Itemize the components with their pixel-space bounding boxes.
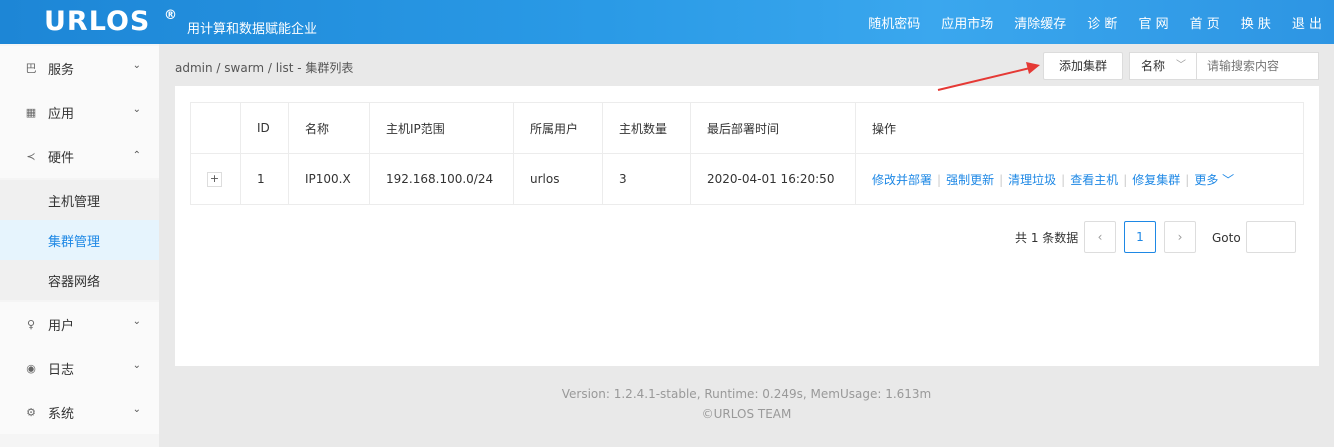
nav-home[interactable]: 首 页	[1190, 13, 1220, 32]
sidebar-item-label: 应用	[48, 106, 75, 122]
table-row: + 1 IP100.X 192.168.100.0/24 urlos 3 202…	[190, 153, 1304, 205]
footer-version-info: Version: 1.2.4.1-stable, Runtime: 0.249s…	[561, 387, 932, 401]
nav-logout[interactable]: 退 出	[1292, 13, 1322, 32]
sidebar-subitem-cluster-management[interactable]: 集群管理	[0, 220, 159, 260]
cell-host-count: 3	[602, 153, 691, 205]
table-header-row: ID 名称 主机IP范围 所属用户 主机数量 最后部署时间 操作	[190, 102, 1304, 154]
sidebar: 巴 服务 ⌄ ▦ 应用 ⌄ ≺ 硬件 ⌃ 主机管理 集群管理 容器网络 ♀ 用户…	[0, 44, 159, 447]
gear-icon: ⚙	[26, 405, 36, 419]
op-force-update[interactable]: 强制更新	[946, 173, 994, 187]
search-box[interactable]	[1196, 52, 1319, 80]
search-field-select[interactable]: 名称 ﹀	[1129, 52, 1197, 80]
expand-row-button[interactable]: +	[207, 172, 222, 187]
footer: Version: 1.2.4.1-stable, Runtime: 0.249s…	[159, 384, 1334, 424]
col-operations: 操作	[855, 102, 1304, 154]
slogan: 用计算和数据赋能企业	[187, 22, 318, 37]
col-expand	[190, 102, 241, 154]
apps-grid-icon: ▦	[25, 105, 37, 119]
select-value: 名称	[1141, 59, 1166, 73]
cell-ip-range: 192.168.100.0/24	[369, 153, 514, 205]
sidebar-item-hardware[interactable]: ≺ 硬件 ⌃	[0, 134, 159, 178]
cell-owner: urlos	[513, 153, 603, 205]
sidebar-item-apps[interactable]: ▦ 应用 ⌄	[0, 90, 159, 134]
top-header: URLOS ® 用计算和数据赋能企业 随机密码 应用市场 清除缓存 诊 断 官 …	[0, 0, 1334, 44]
chevron-up-icon: ⌃	[132, 150, 141, 161]
sidebar-item-services[interactable]: 巴 服务 ⌄	[0, 46, 159, 90]
breadcrumb: admin / swarm / list - 集群列表	[175, 61, 354, 75]
op-clean-garbage[interactable]: 清理垃圾	[1008, 173, 1056, 187]
services-icon: 巴	[25, 62, 37, 75]
col-last-deploy: 最后部署时间	[690, 102, 856, 154]
logo[interactable]: URLOS	[44, 6, 150, 37]
goto-page-input[interactable]	[1246, 221, 1296, 253]
total-count: 共 1 条数据	[1015, 231, 1079, 245]
sidebar-item-label: 用户	[48, 318, 75, 334]
op-repair-cluster[interactable]: 修复集群	[1132, 173, 1180, 187]
cell-id: 1	[240, 153, 289, 205]
nav-clear-cache[interactable]: 清除缓存	[1014, 13, 1066, 32]
search-input[interactable]	[1207, 59, 1318, 73]
chevron-down-icon: ⌄	[132, 404, 141, 415]
col-host-count: 主机数量	[602, 102, 691, 154]
cell-last-deploy: 2020-04-01 16:20:50	[690, 153, 856, 205]
chevron-down-icon: ﹀	[1176, 60, 1186, 71]
chevron-down-icon: ⌄	[132, 60, 141, 71]
col-id: ID	[240, 102, 289, 154]
nav-official-site[interactable]: 官 网	[1138, 13, 1168, 32]
footer-copyright: ©URLOS TEAM	[701, 407, 792, 421]
add-cluster-button[interactable]: 添加集群	[1043, 52, 1123, 80]
sidebar-item-label: 日志	[48, 362, 75, 378]
page-1-button[interactable]: 1	[1124, 221, 1156, 253]
chevron-down-icon: ⌄	[132, 316, 141, 327]
user-icon: ♀	[26, 317, 36, 331]
nav-app-market[interactable]: 应用市场	[941, 13, 993, 32]
col-owner: 所属用户	[513, 102, 603, 154]
sidebar-item-label: 服务	[48, 62, 75, 78]
sidebar-item-label: 系统	[48, 406, 75, 422]
sidebar-item-label: 硬件	[48, 150, 75, 166]
goto-label: Goto	[1212, 231, 1241, 245]
top-nav: 随机密码 应用市场 清除缓存 诊 断 官 网 首 页 换 肤 退 出	[847, 0, 1322, 44]
cell-name: IP100.X	[288, 153, 370, 205]
share-icon: ≺	[26, 149, 36, 163]
nav-diagnose[interactable]: 诊 断	[1087, 13, 1117, 32]
next-page-button[interactable]: ›	[1164, 221, 1196, 253]
sidebar-item-system[interactable]: ⚙ 系统 ⌄	[0, 390, 159, 434]
registered-mark: ®	[164, 8, 177, 23]
cell-operations: 修改并部署 | 强制更新 | 清理垃圾 | 查看主机 | 修复集群 | 更多 ﹀	[855, 153, 1304, 205]
eye-icon: ◉	[26, 361, 36, 375]
col-name: 名称	[288, 102, 370, 154]
sidebar-subitem-container-network[interactable]: 容器网络	[0, 260, 159, 300]
annotation-arrow	[937, 62, 1040, 91]
cluster-table: ID 名称 主机IP范围 所属用户 主机数量 最后部署时间 操作 + 1 IP1…	[190, 102, 1304, 205]
sidebar-item-users[interactable]: ♀ 用户 ⌄	[0, 302, 159, 346]
op-modify-deploy[interactable]: 修改并部署	[872, 173, 932, 187]
nav-skin[interactable]: 换 肤	[1241, 13, 1271, 32]
chevron-down-icon: ⌄	[132, 104, 141, 115]
col-ip-range: 主机IP范围	[369, 102, 514, 154]
nav-random-password[interactable]: 随机密码	[868, 13, 920, 32]
sidebar-subitem-host-management[interactable]: 主机管理	[0, 180, 159, 220]
chevron-down-icon: ﹀	[1218, 172, 1235, 187]
sidebar-item-logs[interactable]: ◉ 日志 ⌄	[0, 346, 159, 390]
op-more[interactable]: 更多 ﹀	[1194, 173, 1234, 187]
op-view-hosts[interactable]: 查看主机	[1070, 173, 1118, 187]
prev-page-button[interactable]: ‹	[1084, 221, 1116, 253]
chevron-down-icon: ⌄	[132, 360, 141, 371]
